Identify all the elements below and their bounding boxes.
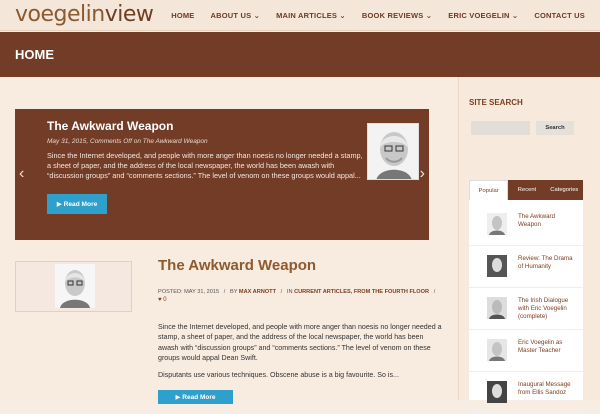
post-likes[interactable]: ♥ 0 [158,297,167,303]
site-header: voegelinview HOME ABOUT US ⌄ MAIN ARTICL… [0,0,600,31]
list-item-label: Inaugural Message from Ellis Sandoz [518,381,571,397]
post-title[interactable]: The Awkward Weapon [158,257,316,274]
post-excerpt: Since the Internet developed, and people… [158,323,442,362]
list-item[interactable]: Eric Voegelin as Master Teacher [469,334,583,372]
avatar-icon [487,297,507,319]
slider-meta: May 31, 2015, Comments Off on The Awkwar… [47,138,208,145]
tab-recent[interactable]: Recent [508,180,546,200]
avatar-icon [487,213,507,235]
post-categories-link[interactable]: CURRENT ARTICLES, FROM THE FOURTH FLOOR [294,289,429,295]
nav-about-us[interactable]: ABOUT US ⌄ [211,11,261,20]
post-in-label: IN [286,289,293,295]
logo-text-part2: view [104,2,154,27]
slider-read-more-label: Read More [63,200,98,208]
tab-popular[interactable]: Popular [469,180,509,200]
post-meta: POSTED: MAY 31, 2015 / BY MAX ARNOTT / I… [158,289,435,295]
featured-slider: The Awkward Weapon May 31, 2015, Comment… [15,109,429,240]
post-read-more-button[interactable]: ▶ Read More [158,390,233,404]
post-excerpt-continued: Disputants use various techniques. Obsce… [158,371,399,379]
post-posted-label: POSTED: [158,289,183,295]
list-item[interactable]: Inaugural Message from Ellis Sandoz [469,376,583,414]
meta-separator: / [280,289,283,295]
nav-contact-us[interactable]: CONTACT US [534,11,585,20]
avatar-icon [487,339,507,361]
list-item-thumbnail [487,255,507,277]
list-item[interactable]: Review: The Drama of Humanity [469,250,583,288]
site-search-title: SITE SEARCH [469,98,523,107]
list-item[interactable]: The Irish Dialogue with Eric Voegelin (c… [469,292,583,330]
post-read-more-label: Read More [182,393,216,401]
tab-categories[interactable]: Categories [545,180,583,200]
slider-thumbnail[interactable] [367,123,419,180]
arrow-right-icon[interactable]: › [420,166,425,182]
likes-count: 0 [163,297,167,303]
page-title: HOME [15,47,54,62]
arrow-left-icon[interactable]: ‹ [19,166,24,182]
post-thumbnail[interactable] [55,264,95,308]
post-by-label: BY [229,289,238,295]
list-item-label: Eric Voegelin as Master Teacher [518,339,563,355]
avatar-icon [368,124,418,179]
nav-book-reviews[interactable]: BOOK REVIEWS ⌄ [362,11,432,20]
site-logo[interactable]: voegelinview [15,2,154,27]
list-item-thumbnail [487,339,507,361]
read-more-arrow-icon: ▶ [56,201,64,208]
nav-home[interactable]: HOME [171,11,194,20]
list-item-label: Review: The Drama of Humanity [518,255,573,271]
site-search-input[interactable] [471,121,530,135]
slider-title[interactable]: The Awkward Weapon [47,119,173,133]
list-item-thumbnail [487,213,507,235]
list-item[interactable]: The Awkward Weapon [469,208,583,246]
nav-eric-voegelin[interactable]: ERIC VOEGELIN ⌄ [448,11,518,20]
popular-posts-list: The Awkward Weapon Review: The Drama of … [469,200,583,414]
post-date: MAY 31, 2015 [184,289,220,295]
list-item-label: The Awkward Weapon [518,213,556,229]
logo-text-part1: voegelin [15,2,105,27]
post-author-link[interactable]: MAX ARNOTT [239,289,276,295]
meta-separator: / [223,289,226,295]
site-search-button[interactable]: Search [536,121,574,135]
nav-main-articles[interactable]: MAIN ARTICLES ⌄ [276,11,346,20]
slider-excerpt: Since the Internet developed, and people… [47,151,363,181]
list-item-thumbnail [487,297,507,319]
list-item-label: The Irish Dialogue with Eric Voegelin (c… [518,297,569,321]
sidebar-tabs: Popular Recent Categories [469,180,583,200]
heart-icon: ♥ [158,297,162,303]
page-banner: HOME [0,32,600,77]
post-avatar-icon [55,264,95,308]
avatar-icon [487,255,507,277]
slider-read-more-button[interactable]: ▶ Read More [47,194,107,214]
meta-separator: / [433,289,436,295]
main-nav: HOME ABOUT US ⌄ MAIN ARTICLES ⌄ BOOK REV… [155,0,585,31]
